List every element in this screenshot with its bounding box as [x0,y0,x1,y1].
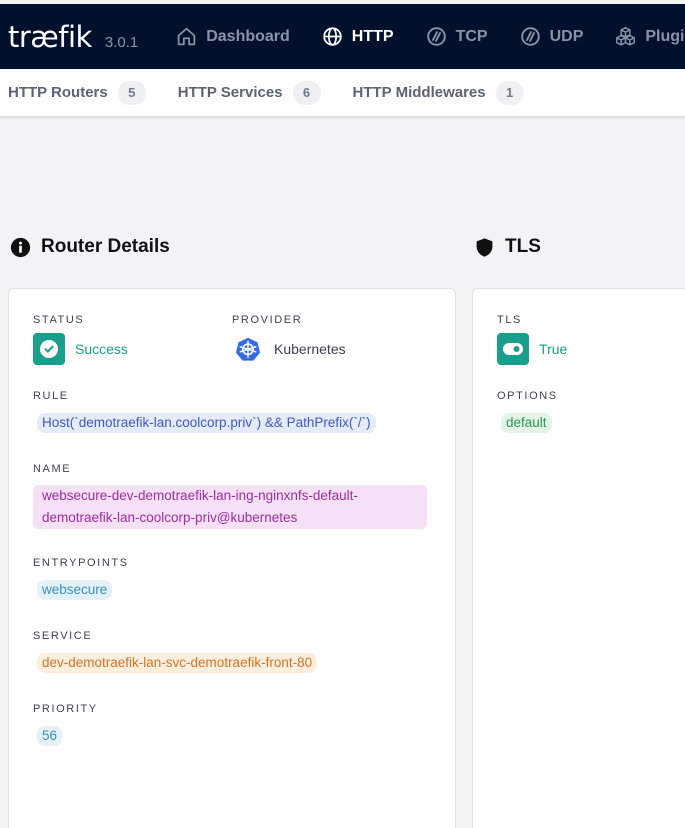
provider-label: PROVIDER [232,314,303,326]
info-icon [10,237,31,257]
tls-value-text: True [539,341,568,357]
version-label: 3.0.1 [104,33,139,51]
brand[interactable]: træfik 3.0.1 [8,20,138,54]
provider-value: Kubernetes [236,337,346,361]
shield-icon [476,237,493,257]
tab-http-routers-count: 5 [117,80,146,105]
home-icon [177,27,196,46]
tab-http-routers-label: HTTP Routers [8,84,108,101]
tls-label: TLS [497,314,522,326]
tab-http-middlewares[interactable]: HTTP Middlewares 1 [352,80,524,105]
priority-value: 56 [37,726,63,746]
nav-tcp[interactable]: TCP [410,4,504,69]
nav-tcp-label: TCP [455,27,488,45]
tab-http-middlewares-label: HTTP Middlewares [352,84,486,101]
tab-http-routers[interactable]: HTTP Routers 5 [8,80,146,105]
options-label: OPTIONS [497,390,558,402]
router-details-heading: Router Details [41,236,170,257]
name-value: websecure-dev-demotraefik-lan-ing-nginxn… [33,485,427,529]
nav-dashboard-label: Dashboard [206,27,290,45]
nav-plugins-label: Plugins [645,27,685,45]
tls-heading: TLS [505,236,541,257]
tab-http-services[interactable]: HTTP Services 6 [177,80,321,105]
status-text: Success [75,341,128,357]
nav-plugins[interactable]: Plugins [599,4,685,69]
rule-label: RULE [33,390,69,402]
provider-text: Kubernetes [274,341,346,357]
entrypoints-value: websecure [37,580,113,600]
nav-udp-label: UDP [549,27,584,45]
router-details-title: Router Details [10,236,170,258]
tab-http-services-label: HTTP Services [177,84,283,101]
nav-http-label: HTTP [351,27,394,45]
router-details-card: STATUS Success PROVIDER Kubernetes RULE … [8,288,456,828]
priority-label: PRIORITY [33,703,98,715]
udp-icon [520,27,540,46]
tab-http-middlewares-count: 1 [495,80,524,105]
toggle-shape [503,343,523,355]
tab-http-services-count: 6 [292,80,321,105]
rule-value: Host(`demotraefik-lan.coolcorp.priv`) &&… [37,413,376,433]
nav-dashboard[interactable]: Dashboard [160,4,306,69]
top-navbar: træfik 3.0.1 Dashboard HTTP TCP UDP Plug… [0,4,685,69]
options-value: default [501,413,552,433]
http-subnav: HTTP Routers 5 HTTP Services 6 HTTP Midd… [0,69,685,117]
entrypoints-label: ENTRYPOINTS [33,557,129,569]
service-label: SERVICE [33,630,93,642]
status-success-icon [33,333,65,365]
toggle-on-icon [497,333,529,365]
service-value[interactable]: dev-demotraefik-lan-svc-demotraefik-fron… [37,653,318,673]
globe-icon [323,27,342,46]
tls-card: TLS True OPTIONS default [472,288,685,828]
tcp-icon [426,27,446,46]
tls-title: TLS [474,236,541,258]
status-value: Success [33,333,128,365]
cubes-icon [616,27,636,46]
kubernetes-icon [236,337,260,361]
traefik-logo[interactable]: træfik [8,20,92,54]
nav-udp[interactable]: UDP [504,4,600,69]
check-icon [44,345,54,353]
status-label: STATUS [33,314,85,326]
name-label: NAME [33,463,72,475]
nav-http[interactable]: HTTP [306,4,410,69]
tls-value: True [497,333,567,365]
